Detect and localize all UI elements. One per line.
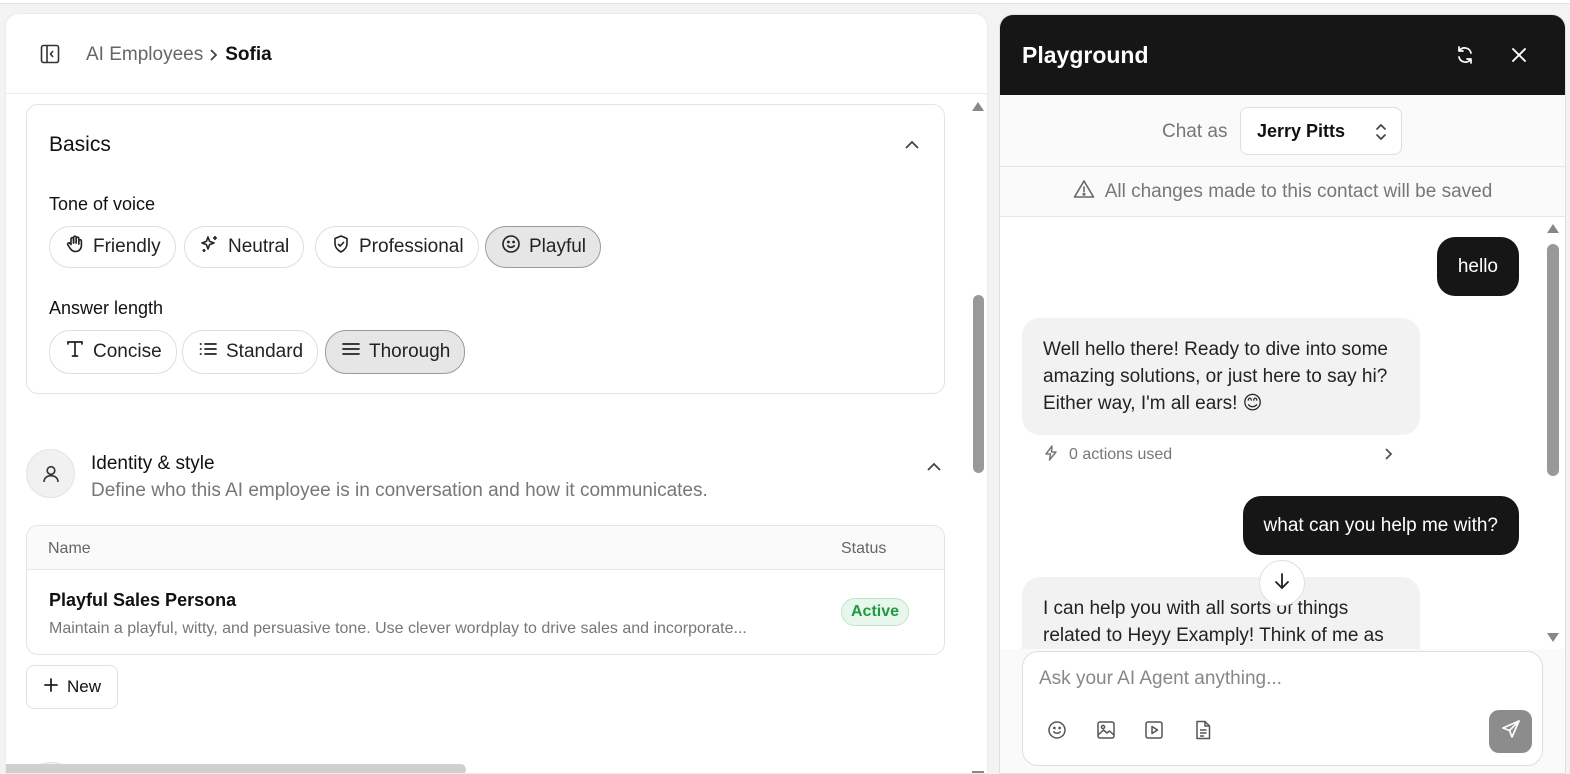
video-icon[interactable] [1142, 718, 1166, 742]
zap-icon [1043, 444, 1059, 466]
playground-title: Playground [1022, 42, 1149, 68]
breadcrumb-parent[interactable]: AI Employees [86, 44, 203, 66]
warning-icon [1073, 179, 1095, 205]
table-header: Name Status [27, 526, 944, 570]
plus-icon [43, 677, 59, 698]
length-thorough-button[interactable]: Thorough [325, 330, 466, 374]
user-icon [26, 449, 75, 498]
persona-description: Maintain a playful, witty, and persuasiv… [49, 620, 747, 637]
list-icon [198, 339, 218, 365]
tone-label: Tone of voice [49, 194, 156, 214]
tone-friendly-button[interactable]: Friendly [49, 226, 176, 268]
user-message: hello [1436, 237, 1519, 296]
ai-message: I can help you with all sorts of things … [1022, 577, 1420, 649]
column-status: Status [841, 540, 887, 557]
chat-as-bar: Chat as Jerry Pitts [1000, 95, 1565, 167]
scroll-up-arrow[interactable] [972, 102, 984, 111]
persona-table: Name Status Playful Sales Persona Mainta… [26, 525, 945, 655]
length-label-text: Concise [93, 341, 162, 362]
chat-scrollbar[interactable] [1546, 221, 1560, 642]
scroll-down-arrow[interactable] [1547, 633, 1559, 642]
chat-as-label: Chat as [1162, 121, 1228, 142]
tone-label-text: Professional [359, 236, 464, 257]
chevron-right-icon [1384, 447, 1393, 466]
length-concise-button[interactable]: Concise [49, 330, 177, 374]
vertical-scrollbar[interactable] [972, 102, 985, 773]
column-name: Name [48, 540, 91, 557]
actions-used-text: 0 actions used [1069, 446, 1173, 463]
identity-description: Define who this AI employee is in conver… [91, 480, 708, 501]
table-row[interactable]: Playful Sales Persona Maintain a playful… [27, 570, 944, 654]
message-list: hello Well hello there! Ready to dive in… [1000, 217, 1565, 649]
refresh-icon[interactable] [1453, 43, 1477, 67]
playground-panel: Playground Chat as Jerry Pitts All chang… [999, 14, 1566, 774]
tone-professional-button[interactable]: Professional [315, 226, 479, 268]
contact-select[interactable]: Jerry Pitts [1240, 107, 1402, 155]
identity-title: Identity & style [91, 453, 215, 474]
length-standard-button[interactable]: Standard [182, 330, 319, 374]
breadcrumb-current: Sofia [225, 44, 272, 65]
menu-lines-icon [341, 339, 361, 365]
top-border [0, 0, 1570, 4]
smile-icon [501, 234, 521, 260]
tone-label-text: Playful [529, 236, 587, 257]
length-label-text: Standard [226, 341, 304, 362]
status-badge: Active [841, 598, 910, 626]
tone-neutral-button[interactable]: Neutral [184, 226, 305, 268]
scroll-up-arrow[interactable] [1547, 224, 1559, 233]
message-input[interactable] [1039, 668, 1499, 690]
type-icon [65, 339, 85, 365]
hand-icon [65, 234, 85, 260]
scroll-to-bottom-button[interactable] [1259, 560, 1305, 606]
horizontal-scrollbar[interactable] [6, 764, 466, 773]
length-label: Answer length [49, 298, 164, 318]
send-icon [1501, 719, 1521, 744]
scroll-thumb[interactable] [973, 295, 984, 473]
send-button[interactable] [1489, 710, 1532, 753]
sidebar-collapse-icon[interactable] [39, 43, 61, 65]
editor-header: AI Employees Sofia [6, 14, 987, 94]
new-persona-button[interactable]: New [26, 665, 118, 709]
playground-header: Playground [1000, 15, 1565, 95]
emoji-icon[interactable] [1045, 718, 1069, 742]
user-message: what can you help me with? [1242, 496, 1519, 555]
chevron-up-icon[interactable] [905, 137, 919, 151]
message-composer [1022, 651, 1543, 766]
shield-icon [331, 234, 351, 260]
image-icon[interactable] [1094, 718, 1118, 742]
basics-card: Basics Tone of voice Friendly Neutral Pr… [26, 104, 945, 394]
new-button-label: New [66, 677, 101, 696]
arrow-down-icon [1274, 572, 1290, 595]
basics-title: Basics [49, 133, 111, 156]
persona-title: Playful Sales Persona [49, 590, 237, 610]
chevron-up-down-icon [1375, 122, 1387, 147]
actions-used-row[interactable]: 0 actions used [1043, 444, 1393, 466]
contact-name: Jerry Pitts [1257, 120, 1346, 141]
save-warning: All changes made to this contact will be… [1000, 167, 1565, 217]
length-label-text: Thorough [369, 341, 451, 362]
tone-label-text: Friendly [93, 236, 161, 257]
ai-employee-editor: AI Employees Sofia Basics Tone of voice … [5, 13, 988, 774]
chevron-up-icon[interactable] [927, 459, 941, 473]
chevron-right-icon [209, 48, 219, 62]
tone-label-text: Neutral [228, 236, 290, 257]
close-icon[interactable] [1507, 43, 1531, 67]
warning-text: All changes made to this contact will be… [1104, 180, 1493, 202]
scroll-thumb[interactable] [1547, 244, 1559, 476]
breadcrumb: AI Employees Sofia [86, 44, 272, 66]
ai-message: Well hello there! Ready to dive into som… [1022, 318, 1420, 435]
tone-playful-button[interactable]: Playful [485, 226, 602, 268]
document-icon[interactable] [1191, 718, 1215, 742]
sparkles-icon [200, 234, 220, 260]
